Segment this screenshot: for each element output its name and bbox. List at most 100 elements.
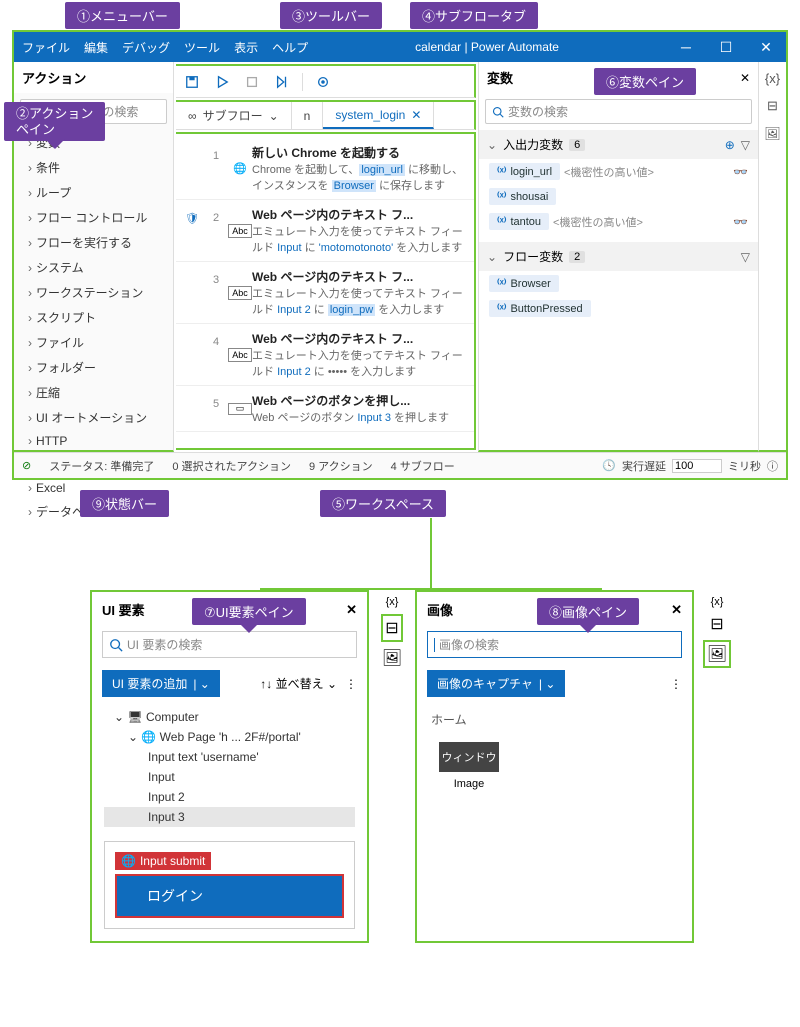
sensitive-label: <機密性の高い値>	[553, 214, 643, 230]
var-chip[interactable]: ⁽ˣ⁾ButtonPressed	[489, 300, 591, 317]
search-icon	[492, 106, 504, 118]
flow-section-label: フロー変数	[503, 248, 563, 265]
action-step[interactable]: 🛡 2 Abc Web ページ内のテキスト フ... エミュレート入力を使ってテ…	[176, 200, 474, 262]
step-desc: エミュレート入力を使ってテキスト フィールド Input 2 に ••••• を…	[252, 347, 470, 379]
callout-3: ③ツールバー	[280, 2, 382, 29]
menu-view[interactable]: 表示	[234, 39, 258, 56]
img-rail-icon[interactable]: 🖼	[703, 640, 731, 668]
tab-main[interactable]: n	[292, 102, 324, 129]
action-category[interactable]: HTTP	[14, 430, 173, 452]
search-icon	[109, 638, 123, 652]
sort-button[interactable]: ↑↓ 並べ替え ⌄	[260, 675, 337, 692]
close-button[interactable]: ✕	[746, 32, 786, 62]
var-chip[interactable]: ⁽ˣ⁾shousai	[489, 188, 556, 205]
app-title: calendar | Power Automate	[308, 40, 666, 54]
more-icon[interactable]: ⋮	[345, 677, 357, 691]
var-rail-icon[interactable]: {x}	[711, 596, 724, 608]
info-icon[interactable]: ⓘ	[767, 458, 778, 474]
panel-close-icon[interactable]: ✕	[671, 602, 682, 618]
action-category[interactable]: フォルダー	[14, 355, 173, 380]
var-chip[interactable]: ⁽ˣ⁾login_url	[489, 163, 560, 180]
tree-leaf[interactable]: Input text 'username'	[104, 747, 355, 767]
more-icon[interactable]: ⋮	[670, 677, 682, 691]
variables-pane: 変数 ✕ 変数の検索 ⌄ 入出力変数 6 ⊕ ▽ ⁽ˣ⁾login_url <機…	[478, 62, 758, 452]
action-step[interactable]: 4 Abc Web ページ内のテキスト フ... エミュレート入力を使ってテキス…	[176, 324, 474, 386]
tab-close-icon[interactable]: ✕	[411, 108, 421, 122]
status-subflows: 4 サブフロー	[391, 458, 455, 474]
vars-search[interactable]: 変数の検索	[485, 99, 752, 124]
chevron-down-icon: ⌄	[487, 250, 497, 264]
action-category[interactable]: 圧縮	[14, 380, 173, 405]
subflow-tabs: ∞ サブフロー ⌄ n system_login ✕	[176, 100, 476, 130]
workspace: 1 🌐 新しい Chrome を起動する Chrome を起動して、login_…	[176, 132, 476, 450]
action-category[interactable]: ワークステーション	[14, 280, 173, 305]
ui-rail-icon[interactable]: ⊟	[381, 614, 402, 642]
tab-active[interactable]: system_login ✕	[323, 102, 434, 129]
filter-icon[interactable]: ▽	[741, 138, 750, 152]
capture-image-button[interactable]: 画像のキャプチャ | ⌄	[427, 670, 565, 697]
add-var-icon[interactable]: ⊕	[725, 138, 735, 152]
stop-icon[interactable]	[242, 72, 262, 92]
preview-label: 🌐 Input submit	[115, 852, 211, 870]
panel-close-icon[interactable]: ✕	[346, 602, 357, 618]
status-bar: ⊘ ステータス: 準備完了 0 選択されたアクション 9 アクション 4 サブフ…	[14, 452, 786, 478]
step-number: 4	[204, 330, 228, 379]
title-bar: ファイル 編集 デバッグ ツール 表示 ヘルプ calendar | Power…	[14, 32, 786, 62]
status-ok-icon: ⊘	[22, 459, 31, 472]
delay-label: 実行遅延	[622, 458, 666, 474]
maximize-button[interactable]: ☐	[706, 32, 746, 62]
action-category[interactable]: 条件	[14, 155, 173, 180]
action-category[interactable]: UI オートメーション	[14, 405, 173, 430]
menu-tools[interactable]: ツール	[184, 39, 220, 56]
actions-title: アクション	[14, 62, 173, 93]
action-category[interactable]: スクリプト	[14, 305, 173, 330]
action-step[interactable]: 3 Abc Web ページ内のテキスト フ... エミュレート入力を使ってテキス…	[176, 262, 474, 324]
globe-icon: 🌐	[228, 144, 252, 193]
var-rail-icon[interactable]: {x}	[386, 596, 399, 608]
menu-debug[interactable]: デバッグ	[122, 39, 170, 56]
callout-4: ④サブフロータブ	[410, 2, 538, 29]
action-category[interactable]: ループ	[14, 180, 173, 205]
button-icon: ▭	[228, 403, 252, 415]
delay-input[interactable]	[672, 459, 722, 473]
action-step[interactable]: 1 🌐 新しい Chrome を起動する Chrome を起動して、login_…	[176, 138, 474, 200]
minimize-button[interactable]: ─	[666, 32, 706, 62]
img-rail-icon[interactable]: 🖼	[763, 124, 783, 144]
center-pane: ∞ サブフロー ⌄ n system_login ✕ 1 🌐 新しい Chrom…	[174, 62, 478, 452]
toolbar	[176, 64, 476, 98]
tree-leaf[interactable]: Input 2	[104, 787, 355, 807]
action-category[interactable]: システム	[14, 255, 173, 280]
ui-search[interactable]: UI 要素の検索	[102, 631, 357, 658]
tree-leaf[interactable]: Input	[104, 767, 355, 787]
var-chip[interactable]: ⁽ˣ⁾Browser	[489, 275, 559, 292]
filter-icon[interactable]: ▽	[741, 250, 750, 264]
action-category[interactable]: フロー コントロール	[14, 205, 173, 230]
image-thumbnail[interactable]: ウィンドウ	[439, 742, 499, 772]
menu-help[interactable]: ヘルプ	[272, 39, 308, 56]
action-category[interactable]: ファイル	[14, 330, 173, 355]
io-vars-section[interactable]: ⌄ 入出力変数 6 ⊕ ▽	[479, 130, 758, 159]
record-icon[interactable]	[313, 72, 333, 92]
ui-rail-icon[interactable]: ⊟	[710, 614, 723, 634]
img-rail-icon[interactable]: 🖼	[382, 648, 402, 668]
step-number: 3	[204, 268, 228, 317]
ui-rail-icon[interactable]: ⊟	[763, 96, 783, 116]
save-icon[interactable]	[182, 72, 202, 92]
subflow-dropdown[interactable]: ∞ サブフロー ⌄	[176, 102, 292, 129]
add-ui-element-button[interactable]: UI 要素の追加 | ⌄	[102, 670, 220, 697]
tree-root[interactable]: ⌄ 🖥 Computer	[104, 707, 355, 727]
action-category[interactable]: フローを実行する	[14, 230, 173, 255]
menu-file[interactable]: ファイル	[22, 39, 70, 56]
vars-close-icon[interactable]: ✕	[740, 71, 750, 85]
tree-leaf-selected[interactable]: Input 3	[104, 807, 355, 827]
flow-vars-section[interactable]: ⌄ フロー変数 2 ▽	[479, 242, 758, 271]
step-icon[interactable]	[272, 72, 292, 92]
ui-search-placeholder: UI 要素の検索	[127, 636, 202, 653]
var-rail-icon[interactable]: {x}	[763, 68, 783, 88]
menu-edit[interactable]: 編集	[84, 39, 108, 56]
var-chip[interactable]: ⁽ˣ⁾tantou	[489, 213, 549, 230]
run-icon[interactable]	[212, 72, 232, 92]
img-search[interactable]: 画像の検索	[427, 631, 682, 658]
action-step[interactable]: 5 ▭ Web ページのボタンを押し... Web ページのボタン Input …	[176, 386, 474, 432]
tree-page[interactable]: ⌄ 🌐 Web Page 'h ... 2F#/portal'	[104, 727, 355, 747]
